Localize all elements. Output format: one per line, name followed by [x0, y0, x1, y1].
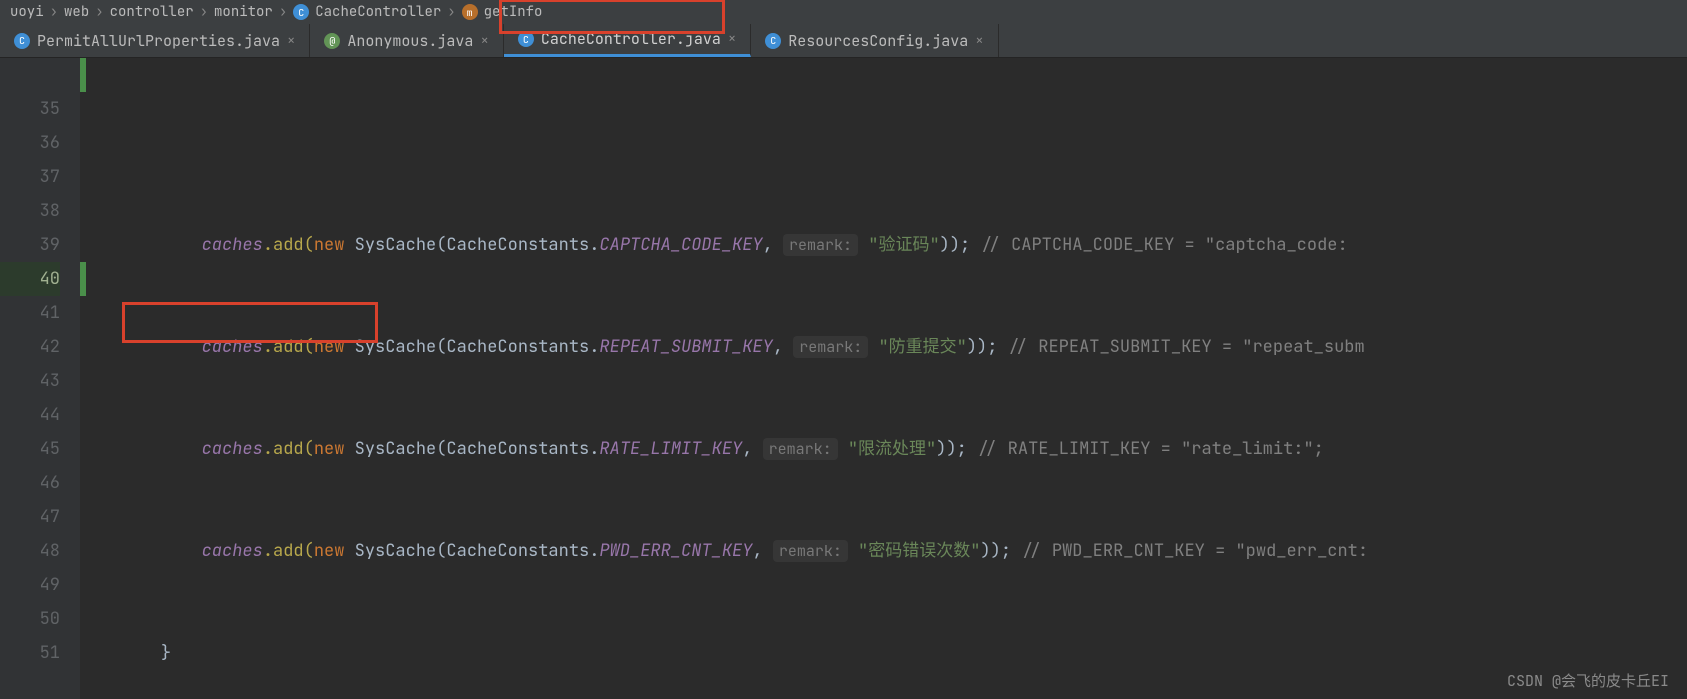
tab-anonymous[interactable]: @ Anonymous.java × [310, 24, 503, 57]
breadcrumb-method[interactable]: getInfo [484, 3, 543, 21]
tab-label: PermitAllUrlProperties.java [37, 31, 280, 51]
breadcrumb: uoyi › web › controller › monitor › C Ca… [0, 0, 1687, 24]
line-number: 37 [0, 160, 60, 194]
breadcrumb-class[interactable]: CacheController [315, 3, 441, 21]
line-number: 45 [0, 432, 60, 466]
code-area[interactable]: caches.add(new SysCache(CacheConstants.C… [80, 58, 1687, 699]
chevron-icon: › [200, 3, 208, 21]
gutter: 35 36 37 38 39 40 41 42 43 44 45 46 47 4… [0, 58, 80, 699]
inline-hint: remark: [773, 540, 848, 562]
inline-hint: remark: [763, 438, 838, 460]
class-icon: C [765, 33, 781, 49]
inline-hint: remark: [783, 234, 858, 256]
change-marker [80, 58, 86, 92]
line-number: 43 [0, 364, 60, 398]
class-icon: C [293, 4, 309, 20]
line-number: 35 [0, 92, 60, 126]
chevron-icon: › [447, 3, 455, 21]
tab-label: Anonymous.java [347, 31, 473, 51]
line-number: 44 [0, 398, 60, 432]
breadcrumb-seg[interactable]: monitor [214, 3, 273, 21]
method-icon: m [462, 4, 478, 20]
line-number: 41 [0, 296, 60, 330]
close-icon[interactable]: × [728, 30, 736, 48]
class-icon: C [14, 33, 30, 49]
editor-tabs: C PermitAllUrlProperties.java × @ Anonym… [0, 24, 1687, 58]
line-number: 39 [0, 228, 60, 262]
watermark: CSDN @会飞的皮卡丘EI [1507, 670, 1669, 691]
close-icon[interactable]: × [287, 32, 295, 50]
inline-hint: remark: [793, 336, 868, 358]
chevron-icon: › [95, 3, 103, 21]
line-number: 36 [0, 126, 60, 160]
breadcrumb-seg[interactable]: web [64, 3, 89, 21]
line-number [0, 58, 60, 92]
code-editor[interactable]: 35 36 37 38 39 40 41 42 43 44 45 46 47 4… [0, 58, 1687, 699]
tab-cache-controller[interactable]: C CacheController.java × [504, 24, 751, 57]
close-icon[interactable]: × [480, 32, 488, 50]
close-icon[interactable]: × [975, 32, 983, 50]
breadcrumb-seg[interactable]: uoyi [10, 3, 44, 21]
line-number: 48 [0, 534, 60, 568]
line-number: 38 [0, 194, 60, 228]
line-number: 46 [0, 466, 60, 500]
breadcrumb-seg[interactable]: controller [110, 3, 194, 21]
chevron-icon: › [50, 3, 58, 21]
line-number: 47 [0, 500, 60, 534]
annotation-icon: @ [324, 33, 340, 49]
tab-label: ResourcesConfig.java [788, 31, 968, 51]
line-number: 40 [0, 262, 60, 296]
line-number: 49 [0, 568, 60, 602]
tab-permit-all-url-properties[interactable]: C PermitAllUrlProperties.java × [0, 24, 310, 57]
change-marker [80, 262, 86, 296]
chevron-icon: › [279, 3, 287, 21]
line-number: 42 [0, 330, 60, 364]
line-number: 51 [0, 636, 60, 670]
tab-label: CacheController.java [541, 29, 721, 49]
line-number: 50 [0, 602, 60, 636]
tab-resources-config[interactable]: C ResourcesConfig.java × [751, 24, 998, 57]
class-icon: C [518, 31, 534, 47]
